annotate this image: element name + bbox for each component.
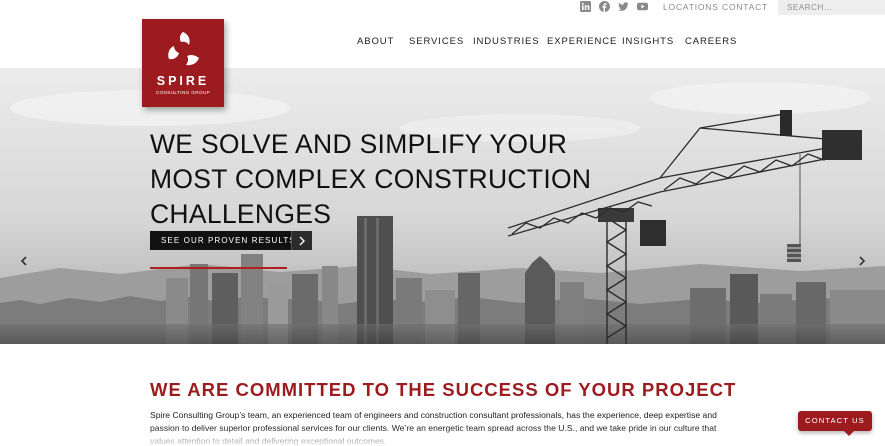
see-results-label: SEE OUR PROVEN RESULTS (150, 231, 295, 250)
nav-item-careers[interactable]: CAREERS (685, 36, 737, 47)
spire-logo[interactable]: SPIRE CONSULTING GROUP (142, 19, 224, 107)
section-title: WE ARE COMMITTED TO THE SUCCESS OF YOUR … (150, 379, 737, 400)
contact-us-button[interactable]: CONTACT US (798, 411, 872, 436)
section-body-line: values attention to detail and deliverin… (150, 436, 387, 446)
youtube-icon[interactable] (637, 1, 648, 12)
slider-prev-icon[interactable] (20, 256, 28, 266)
slider-next-icon[interactable] (858, 256, 866, 266)
hero-accent-bar (150, 267, 287, 269)
section-body-line: passion to deliver superior professional… (150, 423, 717, 433)
see-results-button[interactable]: SEE OUR PROVEN RESULTS (150, 231, 312, 250)
logo-wordmark: SPIRE (156, 74, 210, 88)
logo-subline: CONSULTING GROUP (155, 90, 211, 95)
nav-item-about[interactable]: ABOUT (357, 36, 394, 47)
locations-link[interactable]: LOCATIONS (663, 2, 719, 12)
hero-headline-line: WE SOLVE AND SIMPLIFY YOUR (150, 129, 568, 159)
spire-emblem-icon (168, 32, 199, 66)
section-body-line: Spire Consulting Group’s team, an experi… (150, 410, 717, 420)
chevron-right-icon (291, 231, 312, 250)
hero-headline: WE SOLVE AND SIMPLIFY YOUR MOST COMPLEX … (150, 127, 610, 232)
twitter-icon[interactable] (618, 1, 629, 12)
linkedin-icon[interactable] (580, 1, 591, 12)
nav-item-experience[interactable]: EXPERIENCE (547, 36, 617, 47)
social-links (580, 1, 648, 12)
page: LOCATIONS CONTACT SPIRE CONSULTING GROUP… (0, 0, 885, 446)
facebook-icon[interactable] (599, 1, 610, 12)
contact-link[interactable]: CONTACT (722, 2, 768, 12)
section-body: Spire Consulting Group’s team, an experi… (150, 409, 730, 446)
utility-bar: LOCATIONS CONTACT (0, 0, 885, 15)
nav-item-industries[interactable]: INDUSTRIES (473, 36, 540, 47)
hero-headline-line: CHALLENGES (150, 199, 332, 229)
nav-item-insights[interactable]: INSIGHTS (622, 36, 674, 47)
nav-item-services[interactable]: SERVICES (409, 36, 464, 47)
search-input[interactable] (778, 0, 885, 15)
hero-headline-line: MOST COMPLEX CONSTRUCTION (150, 164, 592, 194)
